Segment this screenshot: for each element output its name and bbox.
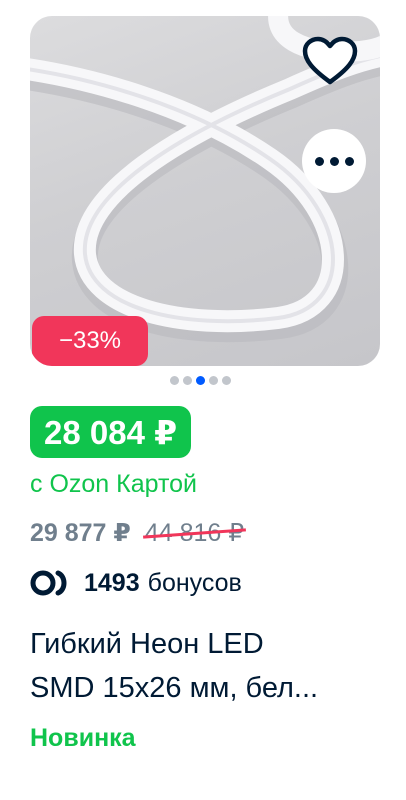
ozon-bonus-icon [30,570,67,596]
gallery-dot[interactable] [222,376,231,385]
gallery-dot-active[interactable] [196,376,205,385]
bonus-label: бонусов [147,568,242,597]
new-badge: Новинка [30,724,136,752]
more-dots-icon [314,156,324,166]
more-options-button[interactable] [302,129,366,193]
favorite-button[interactable] [302,36,366,100]
gallery-dot[interactable] [209,376,218,385]
discount-badge: −33% [32,316,148,366]
ozon-card-label: с Ozon Картой [30,470,198,498]
product-card[interactable]: −33% 28 084 ₽ с Ozon Картой 29 877 ₽ 44 … [0,0,406,800]
ozon-card-price: 28 084 ₽ [30,406,192,458]
bonus-row: 1493 бонусов [30,568,242,598]
gallery-dot[interactable] [170,376,179,385]
heart-outline-icon [302,36,358,85]
gallery-dots [170,376,235,385]
bonus-count: 1493 [84,568,140,597]
product-image[interactable]: −33% [30,16,380,366]
gallery-dot[interactable] [183,376,192,385]
product-title[interactable]: Гибкий Неон LED SMD 15x26 мм, бел... [30,622,380,710]
regular-price: 29 877 ₽ [30,519,131,547]
old-price: 44 816 ₽ [144,519,245,547]
price-row: 29 877 ₽ 44 816 ₽ [30,518,244,548]
